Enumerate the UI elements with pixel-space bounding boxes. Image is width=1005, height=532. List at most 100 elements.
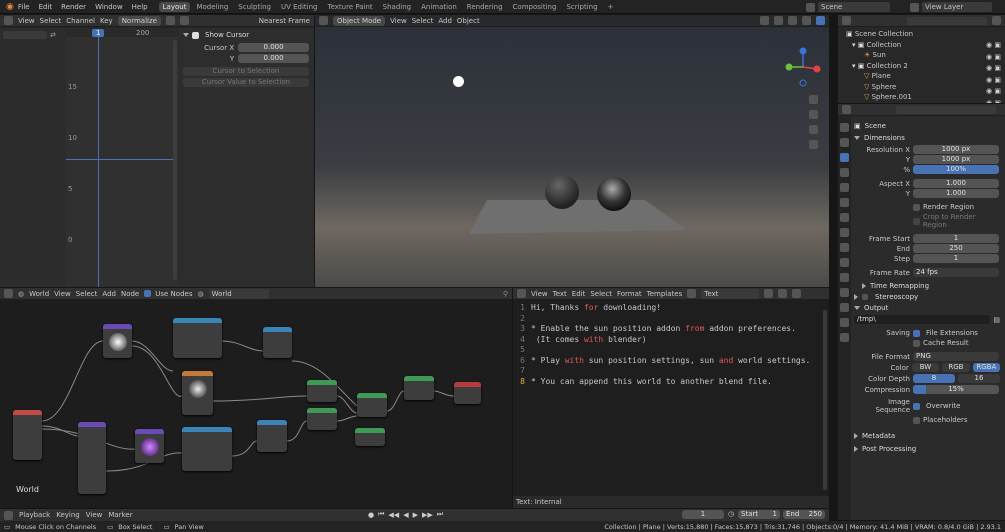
code-line[interactable]: 4 (It comes with blender) [513,335,823,346]
background-node[interactable] [307,380,337,402]
zoom-icon[interactable] [809,95,818,104]
run-script-icon[interactable] [792,289,802,298]
editor-type-icon[interactable] [4,16,13,25]
editor-type-icon[interactable] [4,510,13,520]
play-icon[interactable]: ▶ [413,511,418,519]
color-rgb-button[interactable]: RGB [942,363,970,372]
normalize-toggle[interactable]: Normalize [117,15,161,26]
outliner-search-input[interactable] [907,16,987,25]
file-extensions-checkbox[interactable] [913,329,920,337]
object-mode-dropdown[interactable]: Object Mode [333,15,386,26]
frame-rate-dropdown[interactable]: 24 fps [913,268,999,277]
background-node[interactable] [307,408,337,430]
mix-shader-node[interactable] [357,393,387,417]
shader-type-dropdown[interactable]: World [29,290,49,298]
image-texture-node[interactable] [182,371,213,415]
outliner-item-sphere-001[interactable]: ▽ Sphere.001 [842,92,1001,103]
world-tab-icon[interactable] [840,198,849,207]
timeline-menu-view[interactable]: View [86,511,103,519]
new-text-icon[interactable] [778,289,788,298]
stereoscopy-header[interactable]: Stereoscopy [854,291,1000,302]
world-output-node[interactable] [454,382,481,404]
add-workspace-icon[interactable]: + [604,2,618,12]
play-reverse-icon[interactable]: ◀ [403,511,408,519]
pan-hand-icon[interactable] [809,110,818,119]
menu-help[interactable]: Help [132,3,148,11]
editor-type-icon[interactable] [319,16,328,25]
tab-shading[interactable]: Shading [379,2,415,12]
post-processing-header[interactable]: Post Processing [854,443,1000,454]
viewport-menu-object[interactable]: Object [457,17,480,25]
outliner-item-sun[interactable]: ☀ Sun [842,50,1001,61]
filter-icon[interactable] [165,16,175,25]
collapse-icon[interactable] [183,33,189,37]
menu-window[interactable]: Window [95,3,123,11]
text-name-field[interactable]: Text [701,288,760,299]
res-x-field[interactable]: 1000 px [913,145,999,154]
text-menu-edit[interactable]: Edit [572,290,586,298]
stereoscopy-checkbox[interactable] [862,293,868,300]
tab-layout[interactable]: Layout [158,1,191,12]
texture-tab-icon[interactable] [840,333,849,342]
res-y-field[interactable]: 1000 px [913,155,999,164]
cursor-x-field[interactable]: 0.000 [238,43,309,52]
code-line[interactable]: 8 * You can append this world to another … [513,377,823,388]
eye-icon[interactable]: ◉ ▣ [986,76,1001,84]
tab-sculpting[interactable]: Sculpting [234,2,275,12]
mapping-node[interactable] [173,318,222,358]
solid-shading-icon[interactable] [788,16,797,25]
navigation-gizmo[interactable] [783,47,823,87]
crop-checkbox[interactable] [913,217,920,225]
end-frame-field[interactable]: End 250 [783,510,825,519]
particles-tab-icon[interactable] [840,258,849,267]
scene-name-field[interactable]: Scene [818,2,890,12]
code-line[interactable]: 6 * Play with sun position settings, sun … [513,356,823,367]
code-line[interactable]: 5 [513,345,823,356]
properties-search-input[interactable] [896,105,996,114]
3d-viewport[interactable]: Object Mode View Select Add Object [315,15,829,287]
constraints-tab-icon[interactable] [840,288,849,297]
menu-file[interactable]: File [18,3,30,11]
sphere-object[interactable] [545,175,579,209]
graph-scrollbar[interactable] [173,40,177,280]
physics-tab-icon[interactable] [840,273,849,282]
eye-icon[interactable]: ◉ ▣ [986,53,1001,61]
outliner-item-plane[interactable]: ▽ Plane [842,71,1001,82]
sphere-001-object[interactable] [597,177,631,211]
data-tab-icon[interactable] [840,303,849,312]
outliner-item-sphere[interactable]: ▽ Sphere [842,82,1001,93]
channel-search-input[interactable] [3,31,47,39]
aspect-y-field[interactable]: 1.000 [913,189,999,198]
viewport-menu-view[interactable]: View [390,17,407,25]
scene-tab-icon[interactable] [840,183,849,192]
graph-menu-key[interactable]: Key [100,17,113,25]
cursor-to-selection-button[interactable]: Cursor to Selection [183,67,309,76]
fake-user-icon[interactable] [764,289,774,298]
text-scrollbar[interactable] [823,310,827,490]
color-rgba-button[interactable]: RGBA [972,363,1001,372]
swap-icon[interactable]: ⇄ [50,31,56,39]
node-menu-add[interactable]: Add [102,290,116,298]
tab-animation[interactable]: Animation [417,2,461,12]
sun-light[interactable] [453,76,464,87]
overwrite-checkbox[interactable] [913,402,920,410]
file-format-dropdown[interactable]: PNG [913,352,999,361]
xray-icon[interactable] [774,16,783,25]
dimensions-panel-header[interactable]: Dimensions [854,132,1000,143]
text-menu-select[interactable]: Select [590,290,612,298]
record-icon[interactable]: ● [368,511,374,519]
frame-step-field[interactable]: 1 [913,254,999,263]
vector-node[interactable] [263,327,292,358]
output-tab-icon[interactable] [840,153,849,162]
snap-icon[interactable] [179,16,189,25]
text-menu-text[interactable]: Text [553,290,567,298]
mix-node[interactable] [257,420,287,452]
ground-plane[interactable] [465,200,695,236]
menu-render[interactable]: Render [61,3,86,11]
pin-icon[interactable]: ⚲ [503,290,508,298]
output-panel-header[interactable]: Output [854,302,1000,313]
timeline-menu-keying[interactable]: Keying [56,511,80,519]
cursor-y-field[interactable]: 0.000 [238,54,309,63]
stopwatch-icon[interactable]: ◷ [728,510,734,518]
code-line[interactable]: 1 Hi, Thanks for downloading! [513,303,823,314]
